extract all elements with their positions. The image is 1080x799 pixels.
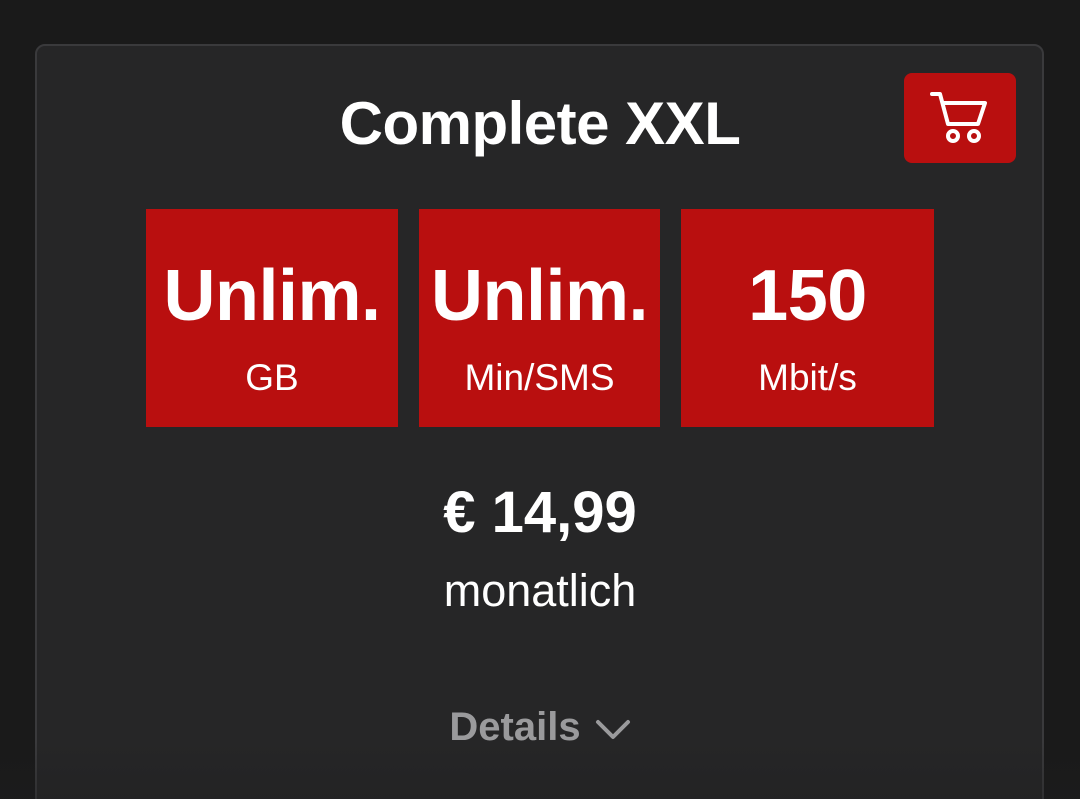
feature-tile-minutes-sms: Unlim. Min/SMS	[419, 209, 660, 427]
billing-period: monatlich	[443, 565, 637, 616]
feature-tile-data: Unlim. GB	[146, 209, 398, 427]
feature-unit: Mbit/s	[758, 357, 857, 398]
details-label: Details	[449, 705, 581, 749]
feature-value: Unlim.	[430, 256, 649, 336]
chevron-down-icon	[595, 702, 631, 754]
feature-value: Unlim.	[163, 256, 381, 336]
feature-unit: GB	[245, 357, 299, 398]
feature-value: 150	[748, 256, 867, 336]
page: Complete XXL Unlim. GB Unlim. Min/SMS 15…	[0, 0, 1080, 799]
details-toggle[interactable]: Details	[0, 700, 1080, 754]
feature-unit: Min/SMS	[464, 357, 615, 398]
plan-price: € 14,99	[443, 480, 637, 545]
shopping-cart-icon	[929, 90, 991, 146]
feature-tile-speed: 150 Mbit/s	[681, 209, 934, 427]
add-to-cart-button[interactable]	[904, 73, 1016, 163]
